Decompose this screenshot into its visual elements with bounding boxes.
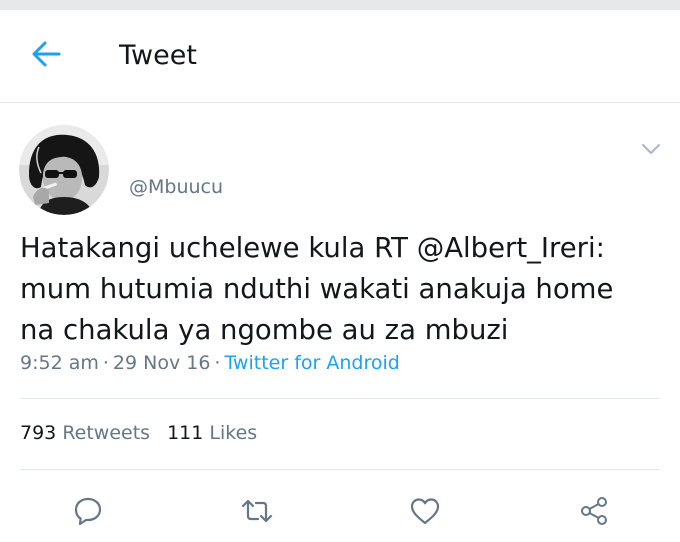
back-button[interactable] [26, 38, 66, 74]
divider [20, 398, 660, 399]
app-header: Tweet [0, 10, 680, 103]
meta-separator: · [214, 352, 221, 374]
chevron-down-icon [641, 140, 661, 159]
like-button[interactable] [405, 494, 445, 532]
reply-icon [72, 495, 104, 531]
avatar[interactable] [19, 125, 109, 215]
retweet-icon [240, 496, 274, 530]
status-bar-strip [0, 0, 680, 10]
tweet-text-line-1: Hatakangi uchelewe kula RT @Albert_Ireri… [20, 228, 670, 269]
likes-count: 111 [167, 422, 204, 444]
retweets-label: Retweets [62, 422, 151, 444]
tweet-source-link[interactable]: Twitter for Android [224, 352, 399, 374]
mention-link[interactable]: @Albert_Ireri: [417, 232, 605, 264]
tweet-options-button[interactable] [636, 136, 666, 162]
meta-separator: · [102, 352, 109, 374]
tweet-text: Hatakangi uchelewe kula RT @Albert_Ireri… [20, 228, 670, 351]
tweet-detail-screen: Tweet @Mbuucu Hatakangi uchelewe kula RT… [0, 0, 680, 542]
share-button[interactable] [574, 494, 614, 532]
likes-stat[interactable]: 111 Likes [167, 422, 257, 444]
user-handle[interactable]: @Mbuucu [129, 174, 223, 200]
retweets-stat[interactable]: 793 Retweets [20, 422, 150, 444]
tweet-meta: 9:52 am · 29 Nov 16 · Twitter for Android [20, 348, 400, 378]
divider [20, 469, 660, 470]
share-icon [578, 495, 610, 531]
tweet-text-line-2: mum hutumia nduthi wakati anakuja home [20, 273, 614, 305]
arrow-left-icon [30, 40, 62, 72]
tweet-date: 29 Nov 16 [112, 352, 211, 374]
likes-label: Likes [209, 422, 258, 444]
tweet-stats: 793 Retweets 111 Likes [20, 418, 257, 448]
tweet-time: 9:52 am [20, 352, 99, 374]
heart-icon [409, 496, 441, 530]
page-title: Tweet [119, 40, 197, 71]
retweet-button[interactable] [237, 494, 277, 532]
reply-button[interactable] [68, 494, 108, 532]
tweet-text-segment: Hatakangi uchelewe kula RT [20, 232, 417, 264]
retweets-count: 793 [20, 422, 57, 444]
tweet-text-line-3: na chakula ya ngombe au za mbuzi [20, 314, 509, 346]
